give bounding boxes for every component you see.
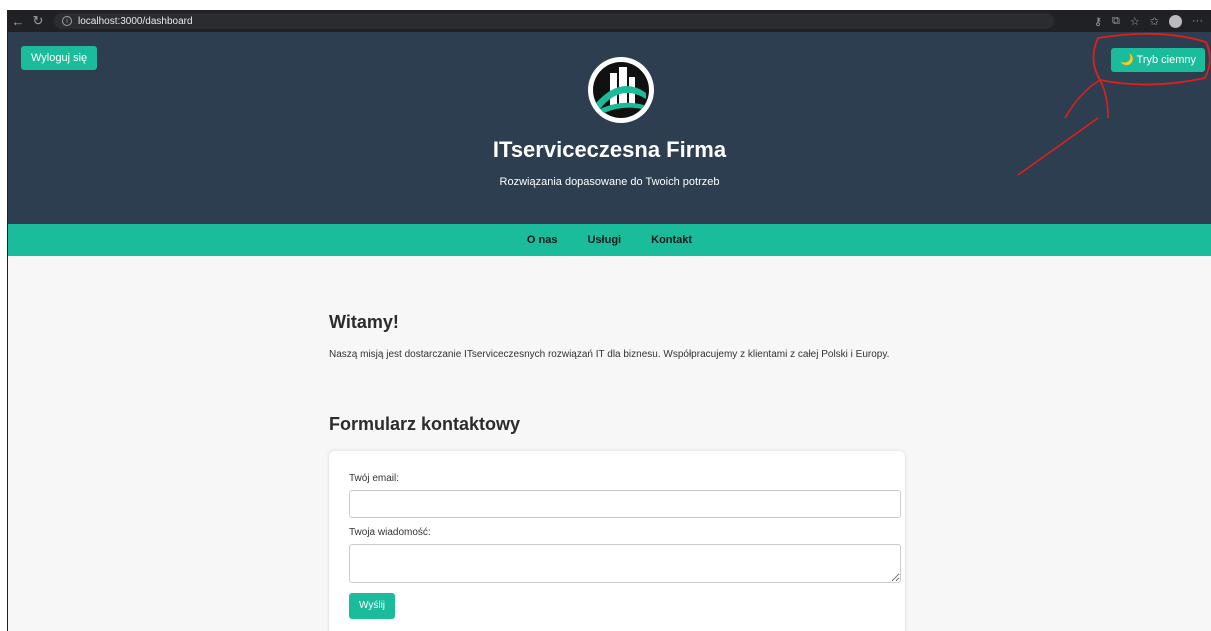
contact-form-card: Twój email: Twoja wiadomość: Wyślij bbox=[329, 451, 905, 631]
email-input[interactable] bbox=[349, 490, 901, 518]
nav-item-o-nas[interactable]: O nas bbox=[527, 234, 558, 246]
company-name: ITserviceczesna Firma bbox=[492, 137, 727, 162]
welcome-heading: Witamy! bbox=[329, 312, 399, 332]
company-tagline: Rozwiązania dopasowane do Twoich potrzeb bbox=[499, 176, 720, 188]
main-nav: O nas Usługi Kontakt bbox=[8, 224, 1211, 256]
star-icon[interactable]: ☆ bbox=[1130, 15, 1140, 28]
nav-item-kontakt[interactable]: Kontakt bbox=[651, 234, 692, 246]
message-label: Twoja wiadomość: bbox=[349, 527, 431, 538]
send-button[interactable]: Wyślij bbox=[349, 593, 396, 619]
nav-item-uslugi[interactable]: Usługi bbox=[588, 234, 622, 246]
page-content: Wyloguj się 🌙 Tryb ciemny ITserviceczesn… bbox=[8, 32, 1211, 631]
message-textarea[interactable] bbox=[349, 544, 901, 583]
back-arrow-icon[interactable]: ← bbox=[8, 14, 28, 29]
profile-avatar-icon[interactable] bbox=[1169, 14, 1182, 28]
contact-form-heading: Formularz kontaktowy bbox=[329, 414, 521, 434]
welcome-text: Naszą misją jest dostarczanie ITservicec… bbox=[329, 349, 890, 360]
favorites-icon[interactable]: ✩ bbox=[1150, 15, 1159, 28]
email-label: Twój email: bbox=[349, 473, 400, 484]
site-header: Wyloguj się 🌙 Tryb ciemny ITserviceczesn… bbox=[8, 32, 1211, 224]
address-bar[interactable]: i localhost:3000/dashboard bbox=[54, 13, 1054, 29]
reload-icon[interactable]: ↻ bbox=[28, 13, 48, 29]
company-logo-icon bbox=[588, 57, 654, 123]
browser-actions: ⚷ ⧉ ☆ ✩ ··· bbox=[1094, 14, 1211, 28]
dark-mode-toggle-button[interactable]: 🌙 Tryb ciemny bbox=[1110, 48, 1205, 72]
key-icon[interactable]: ⚷ bbox=[1094, 15, 1102, 28]
logout-button[interactable]: Wyloguj się bbox=[21, 46, 98, 70]
external-icon[interactable]: ⧉ bbox=[1112, 15, 1120, 28]
more-icon[interactable]: ··· bbox=[1192, 15, 1203, 27]
browser-toolbar: ← ↻ i localhost:3000/dashboard ⚷ ⧉ ☆ ✩ ·… bbox=[8, 10, 1211, 32]
site-info-icon[interactable]: i bbox=[62, 16, 72, 26]
address-url: localhost:3000/dashboard bbox=[78, 15, 193, 27]
